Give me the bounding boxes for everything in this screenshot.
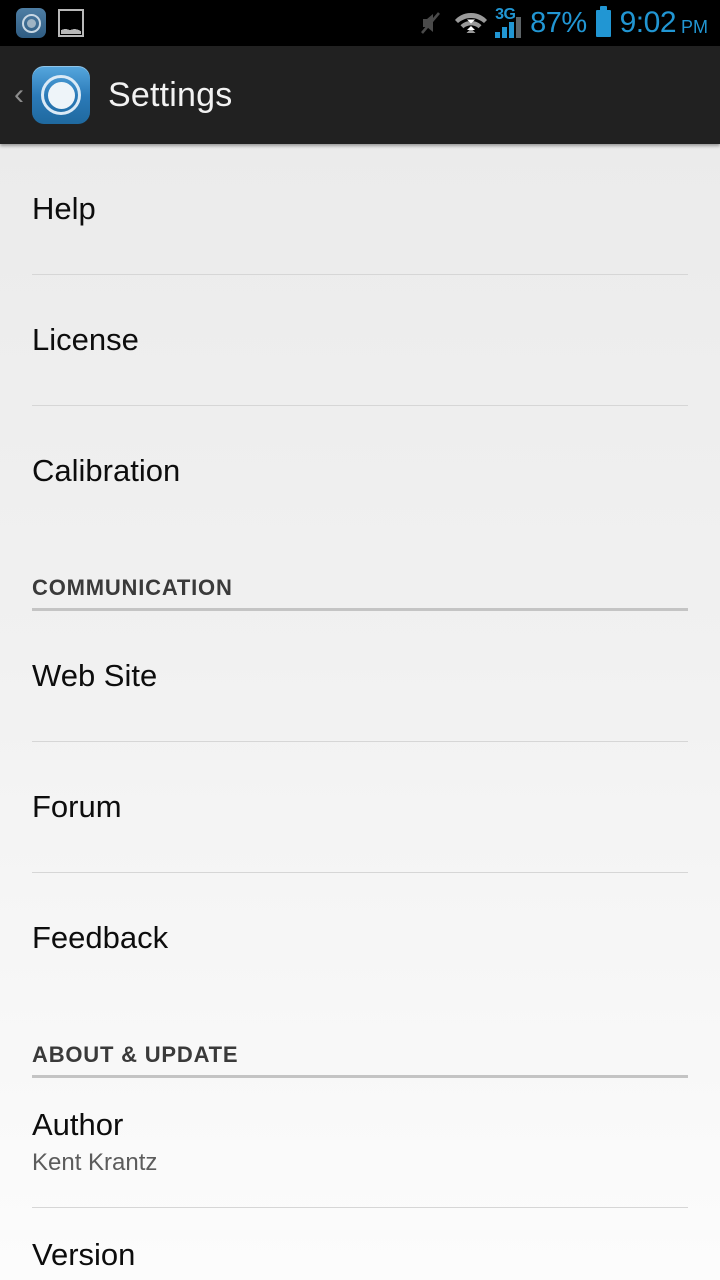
section-header-label: COMMUNICATION (32, 575, 233, 600)
battery-percentage: 87% (530, 6, 587, 39)
list-item-title: Web Site (32, 658, 158, 694)
list-item-calibration[interactable]: Calibration (0, 406, 720, 536)
status-bar-notifications (16, 8, 84, 38)
app-logo-inner-circle (47, 81, 75, 109)
list-item-author[interactable]: Author Kent Krantz (0, 1078, 720, 1207)
settings-list[interactable]: Help License Calibration COMMUNICATION Web S… (0, 144, 720, 1280)
wifi-icon (454, 9, 488, 37)
list-item-title: License (32, 322, 139, 358)
list-item-license[interactable]: License (0, 275, 720, 405)
list-item-help[interactable]: Help (0, 144, 720, 274)
signal-bar-2 (502, 27, 508, 38)
status-bar-system-icons: 3G 87% 9:02 PM (418, 5, 708, 39)
settings-screen: 3G 87% 9:02 PM ‹ Settings Help License Cal (0, 0, 720, 1280)
list-item-title: Help (32, 191, 96, 227)
volume-muted-icon (418, 9, 445, 37)
signal-bar-3 (509, 22, 515, 38)
list-item-title: Version (32, 1236, 136, 1272)
status-bar: 3G 87% 9:02 PM (0, 0, 720, 46)
app-dot-glyph (26, 18, 36, 28)
section-header-about-update: ABOUT & UPDATE (0, 1003, 720, 1075)
section-header-label: ABOUT & UPDATE (32, 1042, 239, 1067)
list-item-title: Feedback (32, 920, 169, 956)
signal-bar-1 (495, 32, 501, 38)
app-logo-icon[interactable] (32, 66, 90, 124)
section-header-communication: COMMUNICATION (0, 536, 720, 608)
list-item-forum[interactable]: Forum (0, 742, 720, 872)
app-logo-ring (41, 75, 81, 115)
signal-bar-4 (516, 17, 522, 38)
network-type-label: 3G (495, 6, 516, 23)
list-item-title: Forum (32, 789, 122, 825)
list-item-title: Author (32, 1106, 124, 1142)
battery-icon (595, 5, 611, 37)
list-item-title: Calibration (32, 453, 181, 489)
list-item-feedback[interactable]: Feedback (0, 873, 720, 1003)
gallery-notification-icon (58, 9, 84, 37)
list-item-version[interactable]: Version1.2.0 (0, 1208, 720, 1280)
app-notification-icon (16, 8, 46, 38)
status-bar-clock-ampm: PM (681, 17, 708, 37)
app-ring-glyph (21, 13, 41, 33)
status-bar-clock: 9:02 (619, 6, 677, 39)
back-chevron-icon[interactable]: ‹ (8, 80, 30, 110)
action-bar: ‹ Settings (0, 46, 720, 144)
list-item-summary: Kent Krantz (32, 1149, 158, 1177)
list-item-web-site[interactable]: Web Site (0, 611, 720, 741)
page-title: Settings (108, 75, 233, 114)
cellular-signal-icon: 3G (495, 6, 522, 38)
